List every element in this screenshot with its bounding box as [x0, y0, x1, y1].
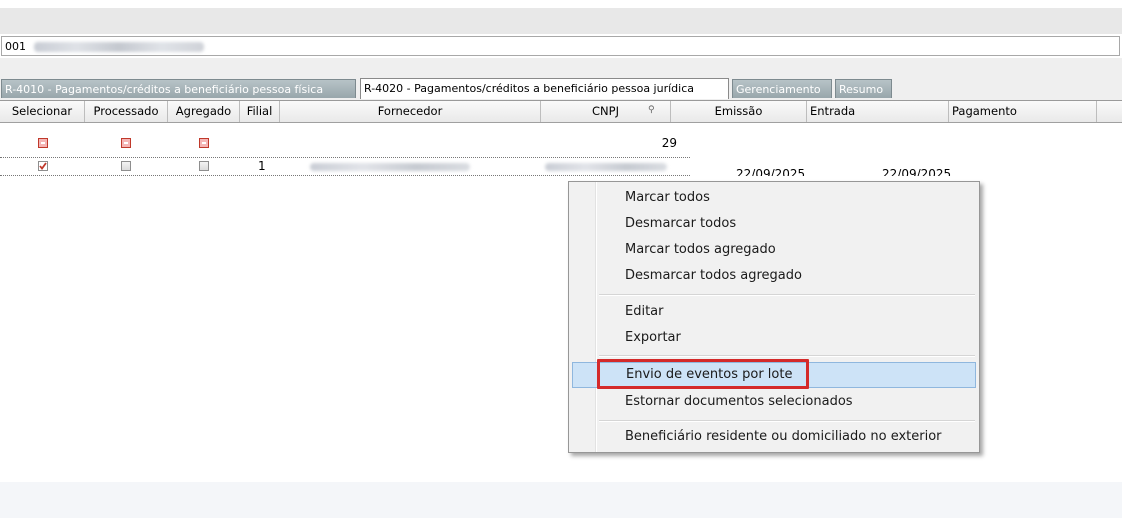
menu-item-beneficiario-exterior[interactable]: Beneficiário residente ou domiciliado no…: [572, 424, 976, 450]
table-row[interactable]: 1: [0, 157, 690, 176]
row-emissao: 22/09/2025: [736, 167, 806, 176]
col-processado[interactable]: Processado: [85, 101, 168, 122]
status-area: [0, 482, 1122, 518]
col-pagamento[interactable]: Pagamento: [949, 101, 1097, 122]
filter-selecionar-checkbox[interactable]: [38, 138, 48, 148]
grid-header: Selecionar Processado Agregado Filial Fo…: [0, 101, 1122, 123]
col-filial[interactable]: Filial: [240, 101, 280, 122]
col-extra: [1097, 101, 1122, 122]
tab-resumo[interactable]: Resumo: [835, 79, 892, 98]
col-emissao[interactable]: Emissão: [671, 101, 807, 122]
check-icon: [39, 162, 47, 170]
row-agregado-checkbox[interactable]: [199, 161, 209, 171]
context-menu: Marcar todos Desmarcar todos Marcar todo…: [568, 181, 980, 453]
col-agregado[interactable]: Agregado: [168, 101, 240, 122]
menu-item-marcar-todos-agregado[interactable]: Marcar todos agregado: [572, 237, 976, 263]
col-selecionar[interactable]: Selecionar: [0, 101, 85, 122]
highlight-annotation-box: [597, 359, 809, 389]
menu-separator: [599, 355, 975, 357]
menu-item-editar[interactable]: Editar: [572, 299, 976, 325]
row-selecionar-checkbox[interactable]: [38, 161, 48, 171]
filter-agregado-checkbox[interactable]: [199, 138, 209, 148]
menu-item-exportar[interactable]: Exportar: [572, 325, 976, 351]
row-fornecedor-redacted: [310, 163, 470, 171]
menu-item-marcar-todos[interactable]: Marcar todos: [572, 185, 976, 211]
row-entrada: 22/09/2025: [882, 167, 952, 176]
filter-row: 29: [0, 135, 1122, 152]
top-toolbar: [0, 8, 1122, 34]
menu-item-envio-eventos-lote[interactable]: Envio de eventos por lote: [572, 359, 976, 389]
menu-item-desmarcar-todos-agregado[interactable]: Desmarcar todos agregado: [572, 263, 976, 289]
company-code: 001: [5, 40, 26, 53]
company-field[interactable]: 001: [1, 36, 1120, 56]
tab-r4020[interactable]: R-4020 - Pagamentos/créditos a beneficiá…: [360, 78, 729, 99]
filter-processado-checkbox[interactable]: [121, 138, 131, 148]
menu-separator: [599, 420, 975, 422]
menu-item-estornar[interactable]: Estornar documentos selecionados: [572, 389, 976, 415]
row-processado-checkbox[interactable]: [121, 161, 131, 171]
menu-separator: [599, 294, 975, 296]
tab-r4010[interactable]: R-4010 - Pagamentos/créditos a beneficiá…: [1, 79, 356, 98]
row-cnpj-redacted: [545, 163, 667, 171]
tab-gerenciamento[interactable]: Gerenciamento: [732, 79, 832, 98]
menu-item-desmarcar-todos[interactable]: Desmarcar todos: [572, 211, 976, 237]
col-entrada[interactable]: Entrada: [807, 101, 949, 122]
company-name-redacted: [34, 42, 204, 52]
filter-icon[interactable]: ⚲: [648, 105, 655, 115]
row-filial: 1: [258, 159, 266, 173]
cnpj-count: 29: [661, 136, 677, 150]
col-fornecedor[interactable]: Fornecedor: [280, 101, 541, 122]
